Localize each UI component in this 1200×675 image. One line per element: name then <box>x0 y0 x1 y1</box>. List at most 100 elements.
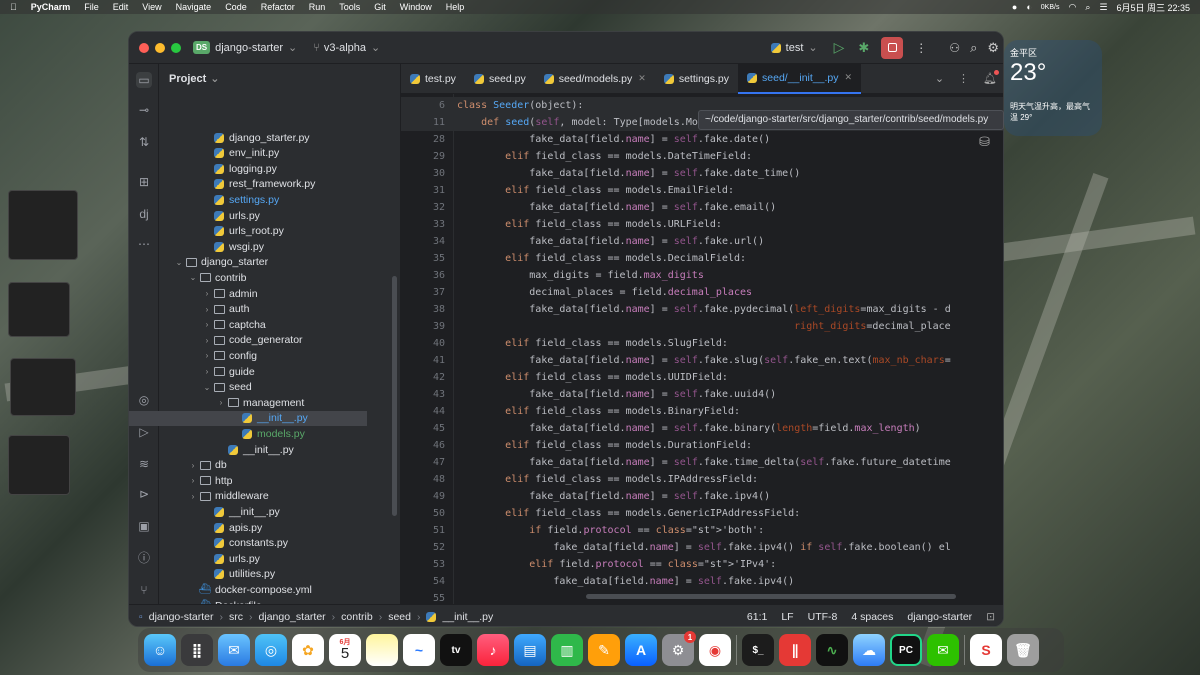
chrome-icon[interactable]: ◉ <box>699 634 731 666</box>
launchpad-icon[interactable]: ⣿ <box>181 634 213 666</box>
code-line[interactable]: 40 elif field_class == models.SlugField: <box>401 335 1003 352</box>
calendar-icon[interactable]: 6月 5 <box>329 634 361 666</box>
chevron-right-icon[interactable]: › <box>187 461 199 470</box>
python-interpreter[interactable]: django-starter <box>907 611 972 623</box>
parallels-icon[interactable]: ∥ <box>779 634 811 666</box>
database-icon[interactable]: ⛁ <box>979 134 990 150</box>
debug-icon[interactable]: ✱ <box>858 40 869 56</box>
indent-setting[interactable]: 4 spaces <box>851 611 893 623</box>
code-line[interactable]: 33 elif field_class == models.URLField: <box>401 216 1003 233</box>
tree-folder[interactable]: ⌄ django_starter <box>173 255 269 270</box>
chevron-down-icon[interactable]: ⌄ <box>201 383 213 392</box>
code-line[interactable]: 45 fake_data[field.name] = self.fake.bin… <box>401 420 1003 437</box>
app-store-icon[interactable]: A <box>625 634 657 666</box>
mail-icon[interactable]: ✉ <box>218 634 250 666</box>
code-line[interactable]: 50 elif field_class == models.GenericIPA… <box>401 505 1003 522</box>
tree-folder[interactable]: › http <box>187 473 233 488</box>
photos-icon[interactable]: ✿ <box>292 634 324 666</box>
git-icon[interactable]: ⑂ <box>136 582 152 598</box>
code-line[interactable]: 31 elif field_class == models.EmailField… <box>401 182 1003 199</box>
pull-requests-icon[interactable]: ⇅ <box>136 134 152 150</box>
close-tab-icon[interactable]: ✕ <box>845 72 853 83</box>
menu-window[interactable]: Window <box>400 2 432 12</box>
stage-thumb[interactable] <box>8 435 70 495</box>
add-user-icon[interactable]: ⚇ <box>949 41 960 55</box>
terminal-app-icon[interactable]: $_ <box>742 634 774 666</box>
weather-widget[interactable]: 金平区 23° 明天气温升高，最高气温 29° <box>1004 40 1102 136</box>
apple-icon[interactable]:  <box>10 2 17 12</box>
keynote-icon[interactable]: ▤ <box>514 634 546 666</box>
trash-icon[interactable]: 🗑︎ <box>1007 634 1039 666</box>
tree-file[interactable]: logging.py <box>213 161 277 176</box>
baidu-netdisk-icon[interactable]: ☁ <box>853 634 885 666</box>
tree-folder[interactable]: › middleware <box>187 489 269 504</box>
tree-file[interactable]: apis.py <box>213 520 262 535</box>
chevron-right-icon[interactable]: › <box>201 305 213 314</box>
problems-icon[interactable]: ⓘ <box>136 550 152 566</box>
safari-icon[interactable]: ◎ <box>255 634 287 666</box>
editor-tab[interactable]: seed/__init__.py ✕ <box>738 63 862 94</box>
code-line[interactable]: 34 fake_data[field.name] = self.fake.url… <box>401 233 1003 250</box>
menu-tools[interactable]: Tools <box>339 2 360 12</box>
code-editor[interactable]: 6 class Seeder(object): 11 def seed(self, … <box>401 94 1003 604</box>
menu-run[interactable]: Run <box>309 2 326 12</box>
tree-file[interactable]: constants.py <box>213 536 288 551</box>
tree-file[interactable]: utilities.py <box>213 567 275 582</box>
tree-file[interactable]: urls_root.py <box>213 224 284 239</box>
line-separator[interactable]: LF <box>781 611 793 623</box>
pages-icon[interactable]: ✎ <box>588 634 620 666</box>
stage-thumb[interactable] <box>10 358 76 416</box>
pycharm-icon[interactable]: PC <box>890 634 922 666</box>
numbers-icon[interactable]: ▥ <box>551 634 583 666</box>
structure-icon[interactable]: ⊞ <box>136 174 152 190</box>
run-icon[interactable]: ▷ <box>834 39 845 56</box>
more-icon[interactable]: ⋮ <box>915 41 927 55</box>
notes-icon[interactable] <box>366 634 398 666</box>
system-settings-icon[interactable]: ⚙ 1 <box>662 631 696 666</box>
tree-file[interactable]: settings.py <box>213 192 279 207</box>
code-line[interactable]: 35 elif field_class == models.DecimalFie… <box>401 250 1003 267</box>
minimize-window-button[interactable] <box>155 42 165 53</box>
chevron-down-icon[interactable]: ⌄ <box>173 258 185 267</box>
code-line[interactable]: 49 fake_data[field.name] = self.fake.ipv… <box>401 488 1003 505</box>
code-line[interactable]: 46 elif field_class == models.DurationFi… <box>401 437 1003 454</box>
tabs-chevron-down-icon[interactable]: ⌄ <box>927 72 952 85</box>
breadcrumb-item[interactable]: django_starter <box>259 611 326 623</box>
breadcrumb-item[interactable]: seed <box>388 611 411 623</box>
editor-tab[interactable]: seed.py <box>465 64 535 94</box>
code-line[interactable]: 30 fake_data[field.name] = self.fake.dat… <box>401 165 1003 182</box>
breadcrumb-item[interactable]: __init__.py <box>442 611 493 623</box>
tree-folder[interactable]: › guide <box>201 364 255 379</box>
music-icon[interactable]: ♪ <box>477 634 509 666</box>
code-line[interactable]: 29 elif field_class == models.DateTimeFi… <box>401 148 1003 165</box>
tree-file[interactable]: urls.py <box>213 208 260 223</box>
tree-file[interactable]: ⛴ docker-compose.yml <box>199 582 312 597</box>
close-tab-icon[interactable]: ✕ <box>638 73 646 84</box>
code-line[interactable]: 43 fake_data[field.name] = self.fake.uui… <box>401 386 1003 403</box>
menu-help[interactable]: Help <box>446 2 465 12</box>
mic-icon[interactable]: ◐ <box>1026 2 1031 12</box>
code-line[interactable]: 53 elif field.protocol == class="st">'IP… <box>401 556 1003 573</box>
menu-view[interactable]: View <box>142 2 161 12</box>
finder-icon[interactable]: ☺ <box>144 634 176 666</box>
chevron-down-icon[interactable]: ⌄ <box>187 273 199 282</box>
close-window-button[interactable] <box>139 42 149 53</box>
menu-app-name[interactable]: PyCharm <box>31 2 71 12</box>
project-panel-title[interactable]: Project ⌄ <box>169 72 220 85</box>
file-encoding[interactable]: UTF-8 <box>808 611 838 623</box>
chevron-right-icon[interactable]: › <box>187 492 199 501</box>
breadcrumb-item[interactable]: contrib <box>341 611 373 623</box>
search-icon[interactable]: ⌕ <box>1085 2 1090 13</box>
menu-refactor[interactable]: Refactor <box>261 2 295 12</box>
lock-icon[interactable]: ⊡ <box>986 611 995 623</box>
menu-edit[interactable]: Edit <box>113 2 129 12</box>
tree-scrollbar[interactable] <box>392 276 397 516</box>
code-line[interactable]: 38 fake_data[field.name] = self.fake.pyd… <box>401 301 1003 318</box>
wifi-icon[interactable]: ◠ <box>1068 2 1076 13</box>
terminal-icon[interactable]: ▣ <box>136 518 152 534</box>
tree-file[interactable]: models.py <box>241 426 305 441</box>
menu-navigate[interactable]: Navigate <box>176 2 212 12</box>
dj-icon[interactable]: dj <box>136 206 152 222</box>
wps-icon[interactable]: S <box>970 634 1002 666</box>
code-line[interactable]: 32 fake_data[field.name] = self.fake.ema… <box>401 199 1003 216</box>
